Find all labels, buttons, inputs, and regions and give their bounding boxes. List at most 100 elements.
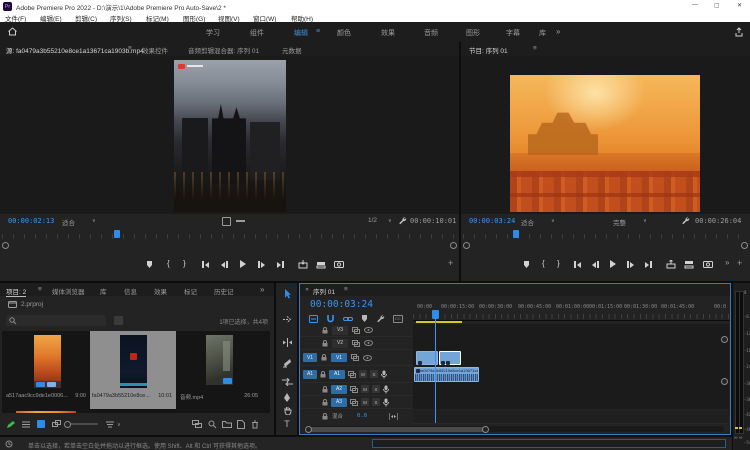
tab-sequence[interactable]: 序列 01 [313, 286, 335, 296]
slip-tool[interactable] [276, 374, 298, 389]
solo-track-button[interactable]: S [370, 370, 378, 378]
lock-icon[interactable] [322, 386, 328, 393]
track-lane-master[interactable] [413, 409, 729, 424]
sync-lock-icon[interactable] [352, 340, 360, 347]
solo-track-button[interactable]: S [372, 398, 380, 406]
new-item-icon[interactable] [237, 420, 245, 429]
toggle-track-output-eye-icon[interactable] [364, 327, 373, 333]
source-settings-wrench-icon[interactable] [398, 216, 407, 225]
track-lane-a3[interactable] [413, 396, 729, 410]
project-item-1[interactable]: a517aac9cc9de1e0006... 9:00 [4, 331, 90, 409]
workspace-tab-menu-icon[interactable]: ≡ [316, 28, 320, 35]
program-scrub-ruler[interactable] [463, 230, 748, 239]
program-quality-select[interactable]: 完整 [613, 217, 626, 227]
tab-markers[interactable]: 标记 [184, 286, 197, 296]
add-marker-icon[interactable] [146, 260, 153, 269]
workspace-tab-assembly[interactable]: 组件 [250, 28, 264, 38]
source-patch-v1[interactable]: V1 [303, 353, 317, 362]
source-zoom-handle-right[interactable] [450, 242, 457, 249]
track-target-v1[interactable]: V1 [331, 353, 347, 362]
tab-media-browser[interactable]: 媒体浏览器 [52, 286, 85, 296]
playhead-line[interactable] [435, 314, 436, 423]
timeline-current-timecode[interactable]: 00:00:03:24 [310, 299, 373, 310]
workspace-tab-effects[interactable]: 效果 [381, 28, 395, 38]
automate-to-sequence-icon[interactable] [192, 420, 202, 428]
goto-in-icon[interactable] [574, 261, 581, 268]
scrollbar-handle-left[interactable] [305, 426, 312, 433]
mark-out-icon[interactable]: } [557, 260, 560, 268]
source-scrub-ruler[interactable] [2, 230, 457, 239]
voiceover-mic-icon[interactable] [383, 398, 389, 407]
selection-tool[interactable] [276, 287, 298, 302]
snap-magnet-icon[interactable] [326, 314, 335, 323]
workspace-tab-libraries[interactable]: 库 [539, 28, 546, 38]
audio-clip-1[interactable]: fa0479a3b55210e8ce1a13671ca1903b.mp4 [414, 367, 479, 382]
source-zoom-handle-left[interactable] [2, 242, 9, 249]
icon-view-icon[interactable] [37, 420, 45, 428]
find-icon[interactable] [208, 420, 217, 429]
edit-pencil-icon[interactable] [6, 420, 15, 429]
project-item-3[interactable]: 音频.mp4 26:05 [176, 331, 262, 409]
timeline-vscroll-handle-bottom[interactable] [721, 378, 728, 385]
keyframe-nav-icon[interactable] [389, 413, 398, 420]
sync-lock-icon[interactable] [350, 386, 358, 393]
sort-icon[interactable] [106, 421, 114, 428]
tab-libraries[interactable]: 库 [100, 286, 107, 296]
status-sync-icon[interactable] [5, 440, 13, 448]
step-back-icon[interactable] [592, 261, 599, 268]
tab-info[interactable]: 信息 [124, 286, 137, 296]
source-fit-select[interactable]: 适合 [62, 217, 75, 227]
new-bin-icon[interactable] [222, 420, 232, 428]
workspace-tab-color[interactable]: 颜色 [337, 28, 351, 38]
mark-in-icon[interactable]: { [167, 260, 170, 268]
source-playhead[interactable] [114, 230, 120, 238]
workspace-tab-captions[interactable]: 字幕 [506, 28, 520, 38]
track-lane-v3[interactable] [413, 324, 729, 338]
program-zoom-bar[interactable] [463, 242, 748, 249]
track-target-a1[interactable]: A1 [329, 370, 345, 379]
tab-effects[interactable]: 效果 [154, 286, 167, 296]
toggle-track-output-eye-icon[interactable] [363, 355, 372, 361]
mute-track-button[interactable]: M [359, 370, 367, 378]
tab-audio-clip-mixer[interactable]: 音频剪辑混合器: 序列 01 [188, 45, 259, 55]
project-item-2-selected[interactable]: fa0479a3b55210e8ce... 10:01 [90, 331, 176, 409]
sync-lock-icon[interactable] [348, 371, 356, 378]
workspace-tab-audio[interactable]: 音频 [424, 28, 438, 38]
timeline-vscroll-handle-top[interactable] [721, 336, 728, 343]
master-volume-value[interactable]: 0.0 [357, 413, 367, 419]
track-target-v2[interactable]: V2 [332, 339, 348, 348]
lock-icon[interactable] [322, 340, 328, 347]
voiceover-mic-icon[interactable] [381, 370, 387, 379]
program-button-editor-icon[interactable]: + [737, 258, 742, 268]
track-target-a3[interactable]: A3 [331, 398, 347, 407]
program-zoom-handle-left[interactable] [463, 242, 470, 249]
razor-tool[interactable] [276, 355, 298, 370]
goto-in-icon[interactable] [202, 261, 209, 268]
goto-out-icon[interactable] [277, 261, 284, 268]
workspace-tab-graphics[interactable]: 图形 [466, 28, 480, 38]
tab-history[interactable]: 历史记 [214, 286, 234, 296]
lock-icon[interactable] [320, 371, 326, 378]
video-clip-2-selected[interactable] [439, 351, 461, 365]
minimize-button[interactable]: — [692, 2, 698, 8]
mute-track-button[interactable]: M [361, 398, 369, 406]
source-fit-chevron-icon[interactable]: ∨ [92, 218, 96, 224]
tab-project[interactable]: 项目: 2 [6, 286, 26, 297]
lift-icon[interactable] [666, 260, 676, 269]
step-forward-icon[interactable] [258, 261, 265, 268]
mute-track-button[interactable]: M [361, 385, 369, 393]
project-panel-menu-icon[interactable]: ≡ [38, 286, 42, 293]
program-quality-chevron-icon[interactable]: ∨ [643, 218, 647, 224]
insert-icon[interactable] [298, 260, 308, 269]
source-patch-a1[interactable]: A1 [303, 370, 317, 379]
program-panel-menu-icon[interactable]: ≡ [533, 45, 537, 52]
ripple-edit-tool[interactable] [276, 335, 298, 350]
overwrite-icon[interactable] [316, 260, 326, 269]
sync-lock-icon[interactable] [351, 354, 359, 361]
program-settings-wrench-icon[interactable] [681, 216, 690, 225]
transport-overflow-icon[interactable]: » [725, 258, 729, 267]
timeline-settings-wrench-icon[interactable] [376, 314, 385, 323]
mark-in-icon[interactable]: { [542, 260, 545, 268]
source-settings-icon-a[interactable] [222, 217, 231, 226]
source-button-editor-icon[interactable]: + [448, 258, 453, 268]
